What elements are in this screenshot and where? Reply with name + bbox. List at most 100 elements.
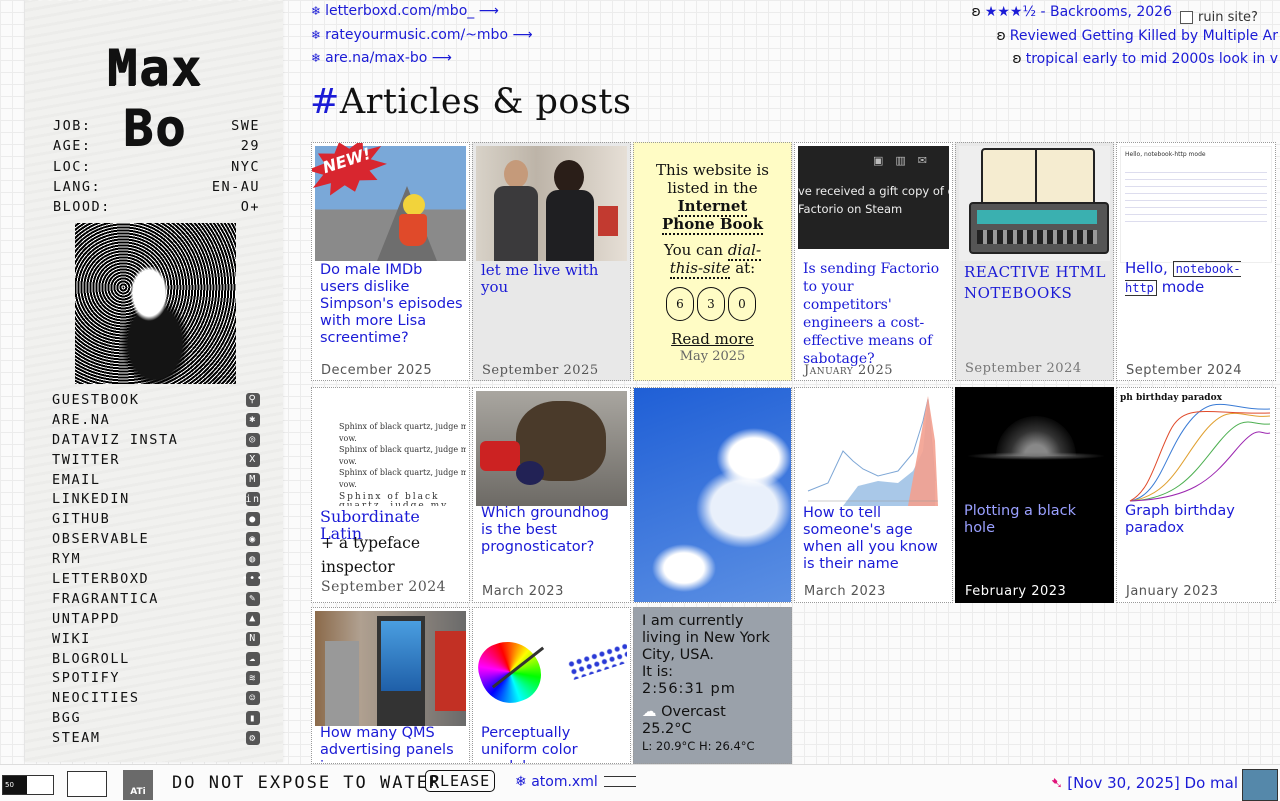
feed-link-arena[interactable]: ❄ are.na/max-bo ⟶ (311, 50, 452, 66)
dial-prefix: You can (663, 241, 724, 259)
sidebar-link-fragrantica[interactable]: FRAGRANTICA ✎ (52, 589, 260, 609)
post-card-reactive-notebooks[interactable]: REACTIVE HTML NOTEBOOKS September 2024 (955, 142, 1114, 381)
sidebar-link-untappd[interactable]: UNTAPPD ▲ (52, 609, 260, 629)
sidebar-link-dataviz-insta[interactable]: DATAVIZ INSTA ◎ (52, 430, 260, 450)
sidebar-link-label[interactable]: RYM (52, 551, 81, 567)
sidebar-link-linkedin[interactable]: LINKEDIN in (52, 489, 260, 509)
bottom-bar: 50 ATi DO NOT EXPOSE TO WATER PLEASE ❄ a… (0, 764, 1280, 801)
post-title[interactable]: Perceptually uniform color models (481, 725, 624, 763)
blogroll-icon: ☁ (246, 651, 260, 666)
feed-link-text[interactable]: letterboxd.com/mbo_ (325, 3, 474, 19)
sidebar-link-twitter[interactable]: TWITTER X (52, 450, 260, 470)
sidebar-link-steam[interactable]: STEAM ⚙ (52, 728, 260, 748)
post-card-phone-book[interactable]: This website is listed in the Internet P… (633, 142, 792, 381)
feed-item-text[interactable]: Reviewed Getting Killed by Multiple Ar (1010, 28, 1278, 44)
post-title[interactable]: How to tell someone's age when all you k… (803, 505, 946, 573)
post-card-birthday-paradox[interactable]: ph birthday paradox Graph birthday parad… (1116, 387, 1276, 603)
phonebook-name[interactable]: Internet Phone Book (662, 197, 763, 235)
read-more-link[interactable]: Read more (634, 330, 791, 348)
recycle-bin-icon[interactable] (1242, 769, 1278, 801)
sidebar-link-label[interactable]: TWITTER (52, 452, 120, 468)
sidebar-link-label[interactable]: UNTAPPD (52, 611, 120, 627)
post-card-factorio[interactable]: ▣▥✉ ve received a gift copy of game Fact… (794, 142, 953, 381)
feed-item-rym[interactable]: ʚ Reviewed Getting Killed by Multiple Ar (996, 28, 1278, 44)
neocities-icon: ☺ (246, 691, 260, 706)
mini-slider[interactable]: 50 (2, 775, 54, 795)
sidebar-link-label[interactable]: WIKI (52, 631, 91, 647)
sidebar-link-spotify[interactable]: SPOTIFY ≋ (52, 668, 260, 688)
post-title[interactable]: Is sending Factorio to your competitors'… (803, 260, 946, 368)
post-title[interactable]: Do male IMDb users dislike Simpson's epi… (320, 262, 463, 347)
sidebar-link-label[interactable]: FRAGRANTICA (52, 591, 159, 607)
please-button[interactable]: PLEASE (425, 770, 496, 792)
post-card-qms-panels[interactable]: How many QMS advertising panels in... (311, 607, 470, 764)
ruin-site-toggle[interactable]: ruin site? (1180, 10, 1258, 25)
sidebar-link-label[interactable]: BGG (52, 710, 81, 726)
feed-item-text[interactable]: tropical early to mid 2000s look in v (1026, 51, 1278, 67)
post-card-imdb-lisa[interactable]: NEW! Do male IMDb users dislike Simpson'… (311, 142, 470, 381)
sidebar-link-github[interactable]: GITHUB ● (52, 509, 260, 529)
sidebar-link-observable[interactable]: OBSERVABLE ◉ (52, 529, 260, 549)
sidebar-link-label[interactable]: DATAVIZ INSTA (52, 432, 178, 448)
ruin-site-checkbox[interactable] (1180, 11, 1193, 24)
cloud-icon: ☁ (642, 704, 657, 720)
groundhog-thumbnail (476, 391, 627, 506)
feed-item-letterboxd[interactable]: ʚ ★★★½ - Backrooms, 2026 (972, 4, 1173, 20)
sidebar-link-are-na[interactable]: ARE.NA ✱ (52, 410, 260, 430)
feed-link-rym[interactable]: ❄ rateyourmusic.com/~mbo ⟶ (311, 27, 533, 43)
snowflake-icon: ❄ (311, 51, 322, 65)
sidebar-link-label[interactable]: ARE.NA (52, 412, 110, 428)
sidebar-link-bgg[interactable]: BGG ▮ (52, 708, 260, 728)
sidebar-link-wiki[interactable]: WIKI N (52, 629, 260, 649)
news-ticker[interactable]: ➷ [Nov 30, 2025] Do mal (1051, 774, 1238, 792)
sidebar-link-label[interactable]: LETTERBOXD (52, 571, 149, 587)
feed-link-text[interactable]: are.na/max-bo (325, 50, 427, 66)
atom-feed-text[interactable]: atom.xml (531, 774, 598, 790)
post-card-black-hole[interactable]: Plotting a black hole February 2023 (955, 387, 1114, 603)
post-title[interactable]: Graph birthday paradox (1125, 503, 1269, 537)
post-title[interactable]: Hello, notebook-http mode (1125, 259, 1269, 297)
sidebar-link-label[interactable]: OBSERVABLE (52, 531, 149, 547)
sidebar-link-label[interactable]: STEAM (52, 730, 101, 746)
sidebar-link-label[interactable]: GITHUB (52, 511, 110, 527)
feed-item-arena[interactable]: ʚ tropical early to mid 2000s look in v (1012, 51, 1278, 67)
post-title[interactable]: let me live with you (481, 262, 624, 296)
feed-link-text[interactable]: rateyourmusic.com/~mbo (325, 27, 508, 43)
sidebar-link-neocities[interactable]: NEOCITIES ☺ (52, 688, 260, 708)
sidebar-link-email[interactable]: EMAIL M (52, 470, 260, 490)
instagram-icon: ◎ (246, 432, 260, 447)
post-card-color-models[interactable]: Perceptually uniform color models (472, 607, 631, 764)
guestbook-icon: ⚲ (246, 392, 260, 407)
sidebar-link-label[interactable]: NEOCITIES (52, 690, 140, 706)
sidebar-link-label[interactable]: SPOTIFY (52, 670, 120, 686)
sidebar-link-guestbook[interactable]: GUESTBOOK ⚲ (52, 390, 260, 410)
feed-item-text[interactable]: ★★★½ - Backrooms, 2026 (985, 4, 1172, 20)
sidebar-link-label[interactable]: GUESTBOOK (52, 392, 140, 408)
post-title[interactable]: REACTIVE HTML NOTEBOOKS (964, 262, 1107, 304)
steam-notification-thumbnail: ▣▥✉ ve received a gift copy of game Fact… (798, 146, 949, 249)
sidebar-link-label[interactable]: EMAIL (52, 472, 101, 488)
mini-line-chart (1129, 403, 1271, 502)
black-hole-glow (966, 452, 1106, 460)
atom-feed-link[interactable]: ❄ atom.xml (515, 774, 636, 790)
post-title[interactable]: Which groundhog is the best prognosticat… (481, 505, 624, 556)
steam-icon: ⚙ (246, 731, 260, 746)
post-card-notebook-http[interactable]: Hello, notebook-http mode Hello, noteboo… (1116, 142, 1276, 381)
sidebar-link-letterboxd[interactable]: LETTERBOXD ••• (52, 569, 263, 589)
sidebar-link-label[interactable]: LINKEDIN (52, 491, 130, 507)
post-card-subordinate-latin[interactable]: Sphinx of black quartz, judge my vow. Sp… (311, 387, 470, 603)
post-title[interactable]: How many QMS advertising panels in... (320, 725, 463, 763)
post-card-groundhog[interactable]: Which groundhog is the best prognosticat… (472, 387, 631, 603)
mini-window[interactable] (67, 771, 107, 797)
post-title[interactable]: Plotting a black hole (964, 503, 1107, 537)
sidebar-link-label[interactable]: BLOGROLL (52, 651, 130, 667)
sidebar-link-rym[interactable]: RYM ◍ (52, 549, 260, 569)
social-links-list: GUESTBOOK ⚲ ARE.NA ✱ DATAVIZ INSTA ◎ TWITTER X E… (52, 390, 263, 748)
weather-text: I am currently living in New York City, … (642, 613, 787, 755)
post-card-live-with-you[interactable]: let me live with you September 2025 (472, 142, 631, 381)
sidebar-link-blogroll[interactable]: BLOGROLL ☁ (52, 649, 260, 669)
post-card-age-by-name[interactable]: How to tell someone's age when all you k… (794, 387, 953, 603)
ticker-text[interactable]: [Nov 30, 2025] Do mal (1067, 774, 1238, 792)
post-card-sky[interactable] (633, 387, 792, 603)
feed-link-letterboxd[interactable]: ❄ letterboxd.com/mbo_ ⟶ (311, 3, 499, 19)
